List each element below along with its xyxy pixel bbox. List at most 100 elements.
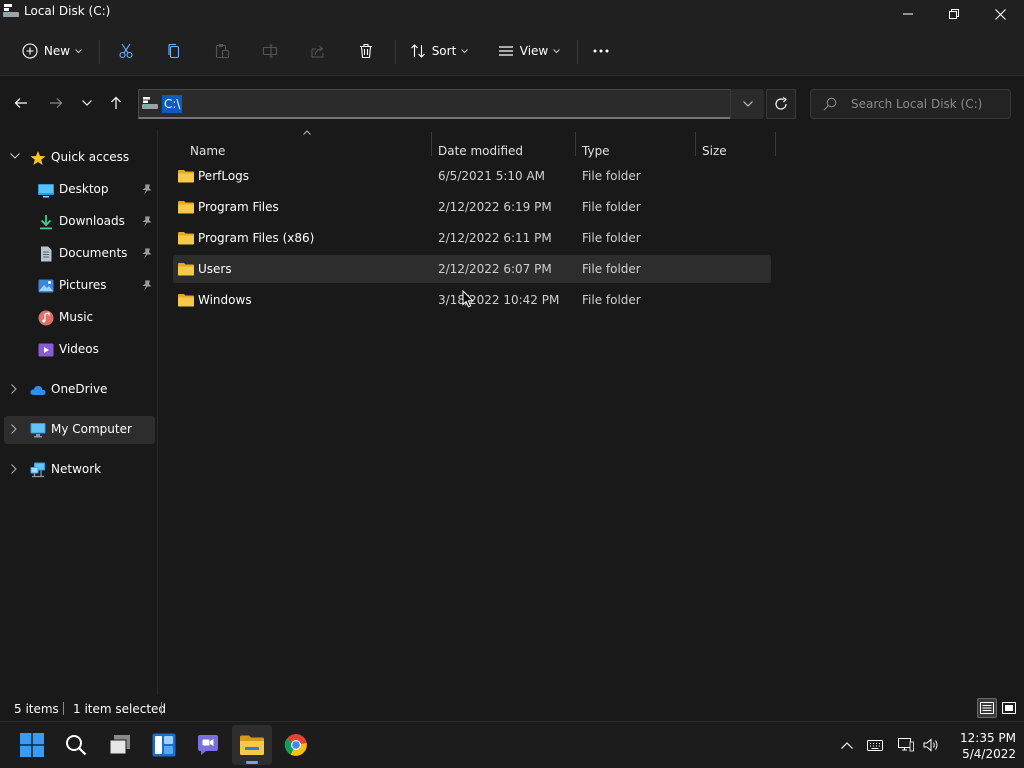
chevron-right-icon [11,424,17,434]
file-explorer-taskbar-button[interactable] [232,725,272,765]
view-button[interactable]: View [492,36,566,66]
delete-button[interactable] [350,36,382,66]
restore-button[interactable] [931,0,977,28]
column-divider[interactable] [431,132,432,156]
column-divider[interactable] [695,132,696,156]
drive-icon [142,97,158,110]
address-dropdown-button[interactable] [730,89,764,119]
taskbar-search-button[interactable] [56,725,96,765]
widgets-button[interactable] [144,725,184,765]
sort-button[interactable]: Sort [404,36,474,66]
file-date: 3/18/2022 10:42 PM [438,293,560,307]
sidebar-item-network[interactable]: Network [4,456,155,484]
cut-icon [119,43,133,59]
show-hidden-icons-button[interactable] [838,736,856,754]
forward-button[interactable] [44,91,68,115]
desktop-icon [38,182,54,198]
large-icons-view-button[interactable] [999,698,1019,718]
chevron-down-icon [553,48,561,53]
arrow-up-icon [111,96,121,109]
file-name: PerfLogs [198,169,250,183]
file-row-program-files[interactable]: Program Files 2/12/2022 6:19 PM File fol… [173,193,771,221]
chevron-down-icon [75,48,82,53]
file-row-users[interactable]: Users 2/12/2022 6:07 PM File folder [173,255,771,283]
details-view-button[interactable] [977,698,997,718]
sidebar-item-label: Quick access [51,150,130,164]
paste-icon [215,44,230,59]
status-bar: 5 items 1 item selected [0,695,1024,721]
column-divider[interactable] [575,132,576,156]
sidebar-item-my-computer[interactable]: My Computer [4,416,155,444]
windows-start-icon [20,733,44,757]
close-button[interactable] [977,0,1023,28]
refresh-button[interactable] [766,89,796,119]
sidebar-item-label: Videos [59,342,99,356]
start-button[interactable] [12,725,52,765]
taskbar-clock[interactable]: 12:35 PM 5/4/2022 [940,730,1016,762]
chrome-taskbar-button[interactable] [276,725,316,765]
item-count: 5 items [14,702,59,716]
rename-button[interactable] [254,36,286,66]
address-bar[interactable]: C:\ [138,89,764,119]
toolbar-divider [577,40,578,64]
keyboard-tray-button[interactable] [866,736,884,754]
up-button[interactable] [104,91,128,115]
file-explorer-icon [240,735,264,755]
sidebar-item-quick-access[interactable]: Quick access [4,144,155,172]
arrow-right-icon [50,98,63,108]
chevron-down-icon [82,100,92,106]
column-divider[interactable] [775,132,776,156]
teams-chat-button[interactable] [188,725,228,765]
keyboard-icon [867,739,883,751]
share-button[interactable] [302,36,334,66]
music-icon [38,310,54,326]
navigation-pane: Quick access Desktop Downloads Documents… [0,130,158,695]
large-icons-view-icon [1002,702,1016,714]
column-header-name[interactable]: Name [190,144,225,158]
status-divider [161,702,162,715]
file-name: Users [198,262,232,276]
sidebar-item-label: Music [59,310,94,324]
sort-label: Sort [431,44,457,58]
title-bar[interactable]: Local Disk (C:) [0,0,1024,28]
sidebar-item-label: Network [51,462,102,476]
sidebar-item-downloads[interactable]: Downloads [4,208,155,236]
sidebar-item-onedrive[interactable]: OneDrive [4,376,155,404]
search-icon [66,735,87,756]
recent-locations-button[interactable] [75,91,99,115]
copy-button[interactable] [158,36,190,66]
active-app-indicator [246,761,258,764]
file-type: File folder [582,262,641,276]
more-options-button[interactable] [585,36,617,66]
chevron-right-icon [11,464,17,474]
folder-icon [178,201,194,214]
file-type: File folder [582,231,641,245]
widgets-icon [152,733,176,757]
network-icon [30,462,46,478]
sidebar-item-pictures[interactable]: Pictures [4,272,155,300]
file-type: File folder [582,200,641,214]
back-button[interactable] [9,91,33,115]
sidebar-item-music[interactable]: Music [4,304,155,332]
minimize-button[interactable] [885,0,931,28]
cut-button[interactable] [110,36,142,66]
file-row-perflogs[interactable]: PerfLogs 6/5/2021 5:10 AM File folder [173,162,771,190]
address-text[interactable]: C:\ [162,95,183,113]
file-row-program-files-x86[interactable]: Program Files (x86) 2/12/2022 6:11 PM Fi… [173,224,771,252]
network-tray-button[interactable] [897,736,915,754]
search-box[interactable]: Search Local Disk (C:) [810,89,1011,119]
paste-button[interactable] [206,36,238,66]
column-header-date[interactable]: Date modified [438,144,523,158]
volume-tray-button[interactable] [922,736,940,754]
window-title: Local Disk (C:) [24,4,111,18]
cloud-icon [30,382,46,398]
folder-icon [178,263,194,276]
navigation-bar: C:\ Search Local Disk (C:) [0,77,1024,130]
sidebar-item-documents[interactable]: Documents [4,240,155,268]
task-view-button[interactable] [100,725,140,765]
sidebar-item-desktop[interactable]: Desktop [4,176,155,204]
new-button[interactable]: New [16,36,88,66]
column-header-size[interactable]: Size [702,144,727,158]
column-header-type[interactable]: Type [582,144,610,158]
sidebar-item-videos[interactable]: Videos [4,336,155,364]
